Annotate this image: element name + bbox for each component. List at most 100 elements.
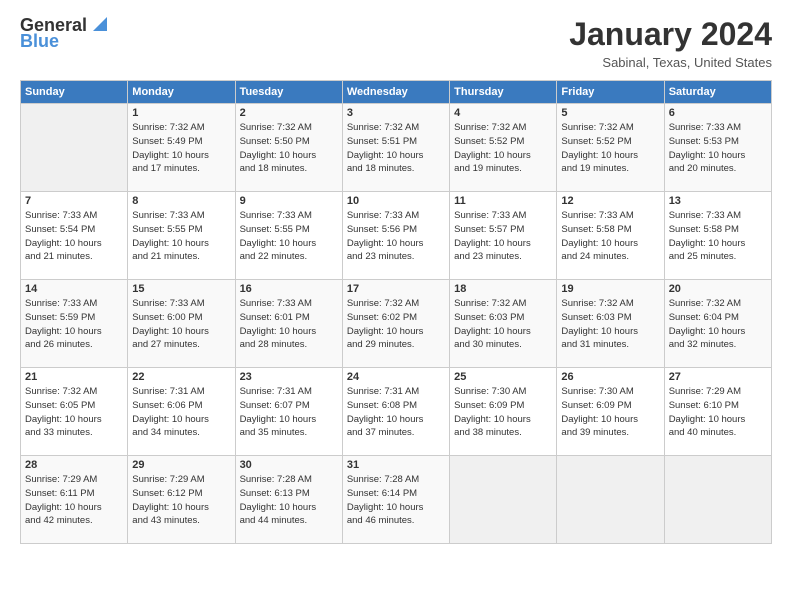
calendar-week-row: 14 Sunrise: 7:33 AMSunset: 5:59 PMDayligh… — [21, 280, 772, 368]
header: General Blue January 2024 Sabinal, Texas… — [20, 16, 772, 70]
logo-text-blue: Blue — [20, 32, 59, 52]
table-row: 6 Sunrise: 7:33 AMSunset: 5:53 PMDaylight… — [664, 104, 771, 192]
day-number: 25 — [454, 371, 552, 383]
page: General Blue January 2024 Sabinal, Texas… — [0, 0, 792, 612]
logo-icon — [89, 13, 111, 35]
table-row: 13 Sunrise: 7:33 AMSunset: 5:58 PMDayligh… — [664, 192, 771, 280]
calendar-week-row: 28 Sunrise: 7:29 AMSunset: 6:11 PMDayligh… — [21, 456, 772, 544]
table-row: 20Sunrise: 7:32 AMSunset: 6:04 PMDayligh… — [664, 280, 771, 368]
day-number: 18 — [454, 283, 552, 295]
table-row: 10 Sunrise: 7:33 AMSunset: 5:56 PMDayligh… — [342, 192, 449, 280]
table-row: 28 Sunrise: 7:29 AMSunset: 6:11 PMDayligh… — [21, 456, 128, 544]
day-info: Sunrise: 7:31 AMSunset: 6:07 PMDaylight:… — [240, 385, 338, 440]
day-number: 17 — [347, 283, 445, 295]
day-info: Sunrise: 7:29 AMSunset: 6:10 PMDaylight:… — [669, 385, 767, 440]
day-number: 29 — [132, 459, 230, 471]
day-info: Sunrise: 7:29 AMSunset: 6:12 PMDaylight:… — [132, 473, 230, 528]
table-row: 9 Sunrise: 7:33 AMSunset: 5:55 PMDaylight… — [235, 192, 342, 280]
day-info: Sunrise: 7:33 AMSunset: 5:58 PMDaylight:… — [669, 209, 767, 264]
day-info: Sunrise: 7:28 AMSunset: 6:14 PMDaylight:… — [347, 473, 445, 528]
day-number: 10 — [347, 195, 445, 207]
day-info: Sunrise: 7:32 AMSunset: 5:52 PMDaylight:… — [454, 121, 552, 176]
day-number: 9 — [240, 195, 338, 207]
day-info: Sunrise: 7:32 AMSunset: 6:02 PMDaylight:… — [347, 297, 445, 352]
day-number: 13 — [669, 195, 767, 207]
day-number: 2 — [240, 107, 338, 119]
day-info: Sunrise: 7:33 AMSunset: 5:55 PMDaylight:… — [132, 209, 230, 264]
day-number: 31 — [347, 459, 445, 471]
day-info: Sunrise: 7:29 AMSunset: 6:11 PMDaylight:… — [25, 473, 123, 528]
day-number: 12 — [561, 195, 659, 207]
day-info: Sunrise: 7:32 AMSunset: 5:49 PMDaylight:… — [132, 121, 230, 176]
col-sunday: Sunday — [21, 81, 128, 104]
table-row: 29 Sunrise: 7:29 AMSunset: 6:12 PMDayligh… — [128, 456, 235, 544]
day-number: 21 — [25, 371, 123, 383]
col-thursday: Thursday — [450, 81, 557, 104]
table-row: 19Sunrise: 7:32 AMSunset: 6:03 PMDayligh… — [557, 280, 664, 368]
day-info: Sunrise: 7:33 AMSunset: 6:00 PMDaylight:… — [132, 297, 230, 352]
day-number: 23 — [240, 371, 338, 383]
table-row: 22Sunrise: 7:31 AMSunset: 6:06 PMDayligh… — [128, 368, 235, 456]
day-number: 28 — [25, 459, 123, 471]
logo: General Blue — [20, 16, 111, 52]
day-info: Sunrise: 7:32 AMSunset: 6:03 PMDaylight:… — [454, 297, 552, 352]
table-row: 24Sunrise: 7:31 AMSunset: 6:08 PMDayligh… — [342, 368, 449, 456]
day-number: 30 — [240, 459, 338, 471]
col-monday: Monday — [128, 81, 235, 104]
table-row — [557, 456, 664, 544]
table-row — [21, 104, 128, 192]
table-row: 12 Sunrise: 7:33 AMSunset: 5:58 PMDayligh… — [557, 192, 664, 280]
day-info: Sunrise: 7:30 AMSunset: 6:09 PMDaylight:… — [561, 385, 659, 440]
table-row — [664, 456, 771, 544]
month-year-title: January 2024 — [569, 16, 772, 53]
day-number: 14 — [25, 283, 123, 295]
day-info: Sunrise: 7:30 AMSunset: 6:09 PMDaylight:… — [454, 385, 552, 440]
table-row: 5Sunrise: 7:32 AMSunset: 5:52 PMDaylight… — [557, 104, 664, 192]
day-number: 15 — [132, 283, 230, 295]
calendar-table: Sunday Monday Tuesday Wednesday Thursday… — [20, 80, 772, 544]
day-number: 26 — [561, 371, 659, 383]
day-number: 6 — [669, 107, 767, 119]
day-number: 24 — [347, 371, 445, 383]
col-tuesday: Tuesday — [235, 81, 342, 104]
table-row: 1 Sunrise: 7:32 AMSunset: 5:49 PMDaylight… — [128, 104, 235, 192]
table-row: 30 Sunrise: 7:28 AMSunset: 6:13 PMDayligh… — [235, 456, 342, 544]
table-row: 16Sunrise: 7:33 AMSunset: 6:01 PMDayligh… — [235, 280, 342, 368]
col-wednesday: Wednesday — [342, 81, 449, 104]
day-info: Sunrise: 7:33 AMSunset: 5:53 PMDaylight:… — [669, 121, 767, 176]
table-row: 17 Sunrise: 7:32 AMSunset: 6:02 PMDayligh… — [342, 280, 449, 368]
day-info: Sunrise: 7:32 AMSunset: 6:05 PMDaylight:… — [25, 385, 123, 440]
day-number: 7 — [25, 195, 123, 207]
day-number: 4 — [454, 107, 552, 119]
table-row: 27 Sunrise: 7:29 AMSunset: 6:10 PMDayligh… — [664, 368, 771, 456]
table-row — [450, 456, 557, 544]
day-info: Sunrise: 7:33 AMSunset: 5:56 PMDaylight:… — [347, 209, 445, 264]
day-info: Sunrise: 7:32 AMSunset: 5:51 PMDaylight:… — [347, 121, 445, 176]
day-info: Sunrise: 7:28 AMSunset: 6:13 PMDaylight:… — [240, 473, 338, 528]
calendar-week-row: 1 Sunrise: 7:32 AMSunset: 5:49 PMDaylight… — [21, 104, 772, 192]
day-number: 1 — [132, 107, 230, 119]
table-row: 23 Sunrise: 7:31 AMSunset: 6:07 PMDayligh… — [235, 368, 342, 456]
col-saturday: Saturday — [664, 81, 771, 104]
table-row: 26 Sunrise: 7:30 AMSunset: 6:09 PMDayligh… — [557, 368, 664, 456]
day-number: 11 — [454, 195, 552, 207]
day-info: Sunrise: 7:33 AMSunset: 5:55 PMDaylight:… — [240, 209, 338, 264]
day-number: 16 — [240, 283, 338, 295]
table-row: 14 Sunrise: 7:33 AMSunset: 5:59 PMDayligh… — [21, 280, 128, 368]
calendar-header-row: Sunday Monday Tuesday Wednesday Thursday… — [21, 81, 772, 104]
day-info: Sunrise: 7:33 AMSunset: 5:54 PMDaylight:… — [25, 209, 123, 264]
day-info: Sunrise: 7:32 AMSunset: 5:50 PMDaylight:… — [240, 121, 338, 176]
day-info: Sunrise: 7:33 AMSunset: 5:58 PMDaylight:… — [561, 209, 659, 264]
table-row: 21 Sunrise: 7:32 AMSunset: 6:05 PMDayligh… — [21, 368, 128, 456]
day-info: Sunrise: 7:33 AMSunset: 5:57 PMDaylight:… — [454, 209, 552, 264]
table-row: 11 Sunrise: 7:33 AMSunset: 5:57 PMDayligh… — [450, 192, 557, 280]
day-info: Sunrise: 7:32 AMSunset: 5:52 PMDaylight:… — [561, 121, 659, 176]
day-number: 22 — [132, 371, 230, 383]
day-number: 8 — [132, 195, 230, 207]
day-number: 3 — [347, 107, 445, 119]
day-number: 27 — [669, 371, 767, 383]
day-info: Sunrise: 7:32 AMSunset: 6:03 PMDaylight:… — [561, 297, 659, 352]
calendar-week-row: 21 Sunrise: 7:32 AMSunset: 6:05 PMDayligh… — [21, 368, 772, 456]
day-info: Sunrise: 7:33 AMSunset: 5:59 PMDaylight:… — [25, 297, 123, 352]
table-row: 31 Sunrise: 7:28 AMSunset: 6:14 PMDayligh… — [342, 456, 449, 544]
